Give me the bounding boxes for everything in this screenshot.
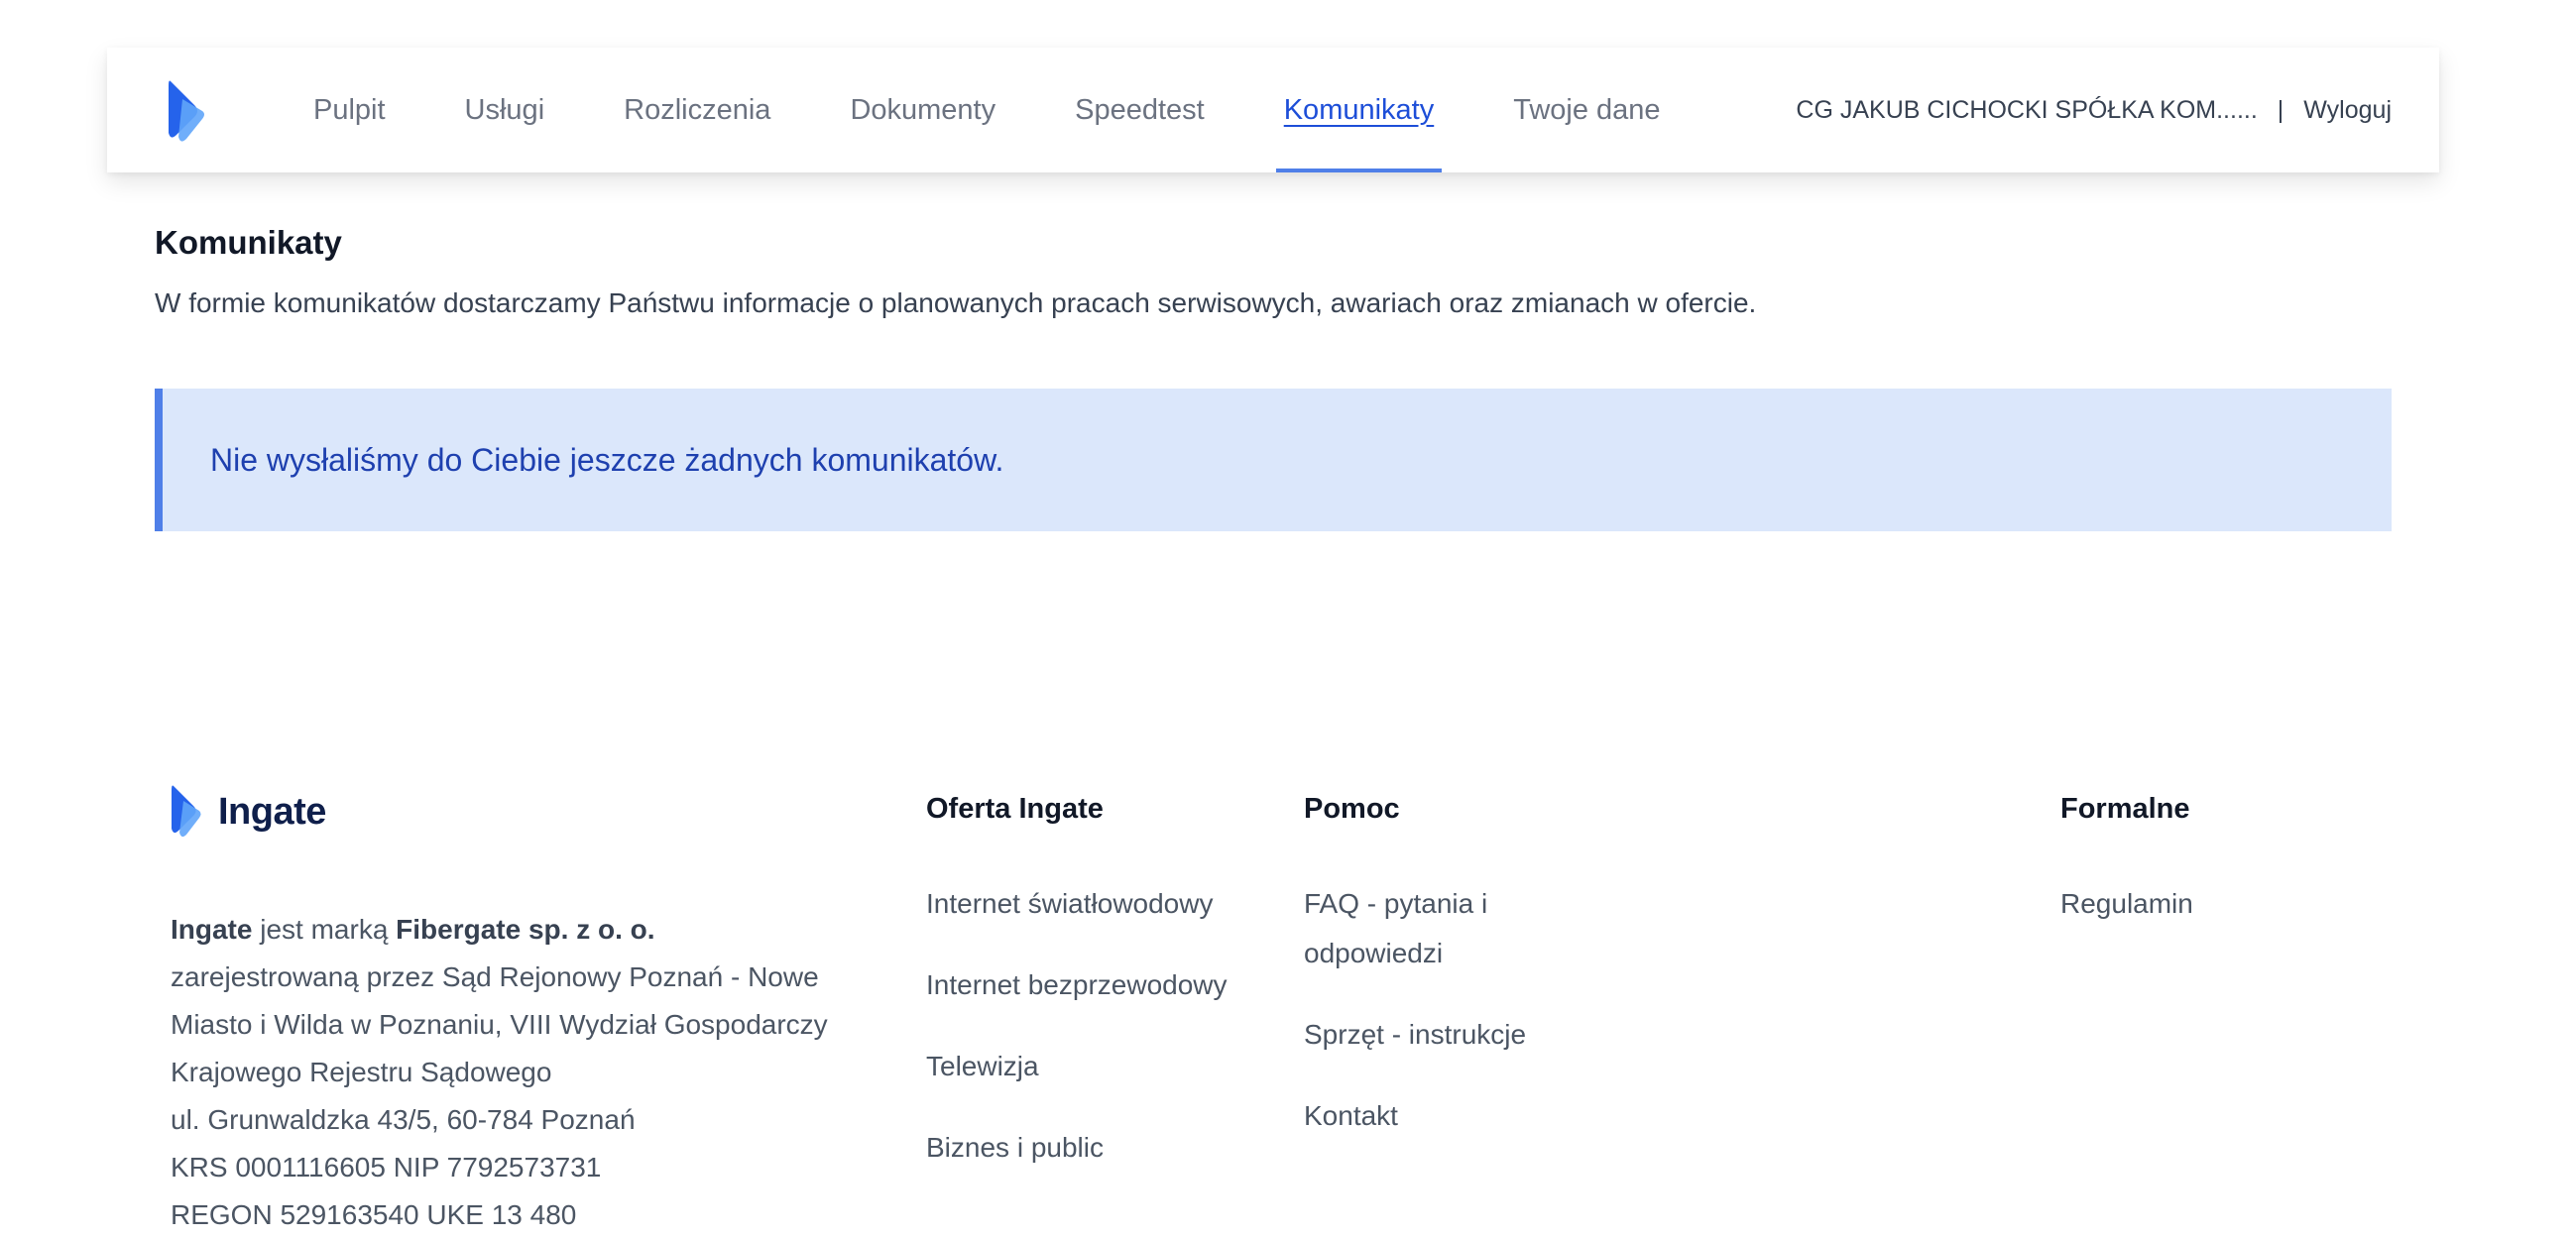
nav-separator: | [2277,95,2284,124]
account-name: CG JAKUB CICHOCKI SPÓŁKA KOM...... [1796,95,2258,124]
nav-item-speedtest[interactable]: Speedtest [1035,48,1244,172]
footer-logo[interactable]: Ingate [169,783,326,841]
user-area: CG JAKUB CICHOCKI SPÓŁKA KOM...... | Wyl… [1796,48,2392,172]
main-nav: Pulpit Usługi Rozliczenia Dokumenty Spee… [274,48,1700,172]
footer-link-list: Internet światłowodowy Internet bezprzew… [926,879,1263,1173]
ingate-logo-icon [172,785,201,838]
company-line: Krajowego Rejestru Sądowego [171,1057,552,1087]
company-legal-name: Fibergate sp. z o. o. [396,914,655,945]
info-alert-text: Nie wysłaliśmy do Ciebie jeszcze żadnych… [210,441,1004,478]
info-alert: Nie wysłaliśmy do Ciebie jeszcze żadnych… [155,389,2392,531]
footer-link-sprzet[interactable]: Sprzęt - instrukcje [1304,1010,1601,1060]
footer-link-telewizja[interactable]: Telewizja [926,1042,1263,1091]
company-line: zarejestrowaną przez Sąd Rejonowy Poznań… [171,961,819,992]
footer-column-oferta: Oferta Ingate Internet światłowodowy Int… [926,793,1263,1204]
footer-column-title: Oferta Ingate [926,793,1104,825]
page-title: Komunikaty [155,224,342,261]
nav-item-dokumenty[interactable]: Dokumenty [810,48,1035,172]
footer-link-faq[interactable]: FAQ - pytania i odpowiedzi [1304,879,1601,978]
footer-link-list: Regulamin [2060,879,2358,929]
footer-link-regulamin[interactable]: Regulamin [2060,879,2358,929]
top-navbar: Pulpit Usługi Rozliczenia Dokumenty Spee… [107,48,2439,172]
nav-item-twoje-dane[interactable]: Twoje dane [1473,48,1699,172]
company-intro-text: jest marką [252,914,397,945]
footer-link-biznes[interactable]: Biznes i public [926,1123,1263,1173]
footer-link-internet-swiatlowodowy[interactable]: Internet światłowodowy [926,879,1263,929]
footer-link-internet-bezprzewodowy[interactable]: Internet bezprzewodowy [926,960,1263,1010]
company-regon-uke: REGON 529163540 UKE 13 480 [171,1199,577,1230]
footer-column-formalne: Formalne Regulamin [2060,793,2358,960]
logout-link[interactable]: Wyloguj [2303,96,2392,125]
company-address: ul. Grunwaldzka 43/5, 60-784 Poznań [171,1104,636,1135]
footer-column-title: Formalne [2060,793,2190,825]
footer-column-title: Pomoc [1304,793,1400,825]
company-line: Miasto i Wilda w Poznaniu, VIII Wydział … [171,1009,828,1040]
nav-item-uslugi[interactable]: Usługi [425,48,585,172]
company-intro-line: Ingate jest marką Fibergate sp. z o. o. [171,906,865,954]
nav-item-pulpit[interactable]: Pulpit [274,48,425,172]
nav-item-komunikaty[interactable]: Komunikaty [1244,48,1474,172]
company-info: Ingate jest marką Fibergate sp. z o. o. … [171,906,865,1239]
page-description: W formie komunikatów dostarczamy Państwu… [155,287,1757,318]
company-brand: Ingate [171,914,253,945]
footer-brand-name: Ingate [218,790,326,833]
footer-column-pomoc: Pomoc FAQ - pytania i odpowiedzi Sprzęt … [1304,793,1601,1173]
company-krs-nip: KRS 0001116605 NIP 7792573731 [171,1152,602,1183]
ingate-logo-icon[interactable] [165,77,208,145]
footer-link-list: FAQ - pytania i odpowiedzi Sprzęt - inst… [1304,879,1601,1141]
nav-item-rozliczenia[interactable]: Rozliczenia [584,48,810,172]
footer-link-kontakt[interactable]: Kontakt [1304,1091,1601,1141]
